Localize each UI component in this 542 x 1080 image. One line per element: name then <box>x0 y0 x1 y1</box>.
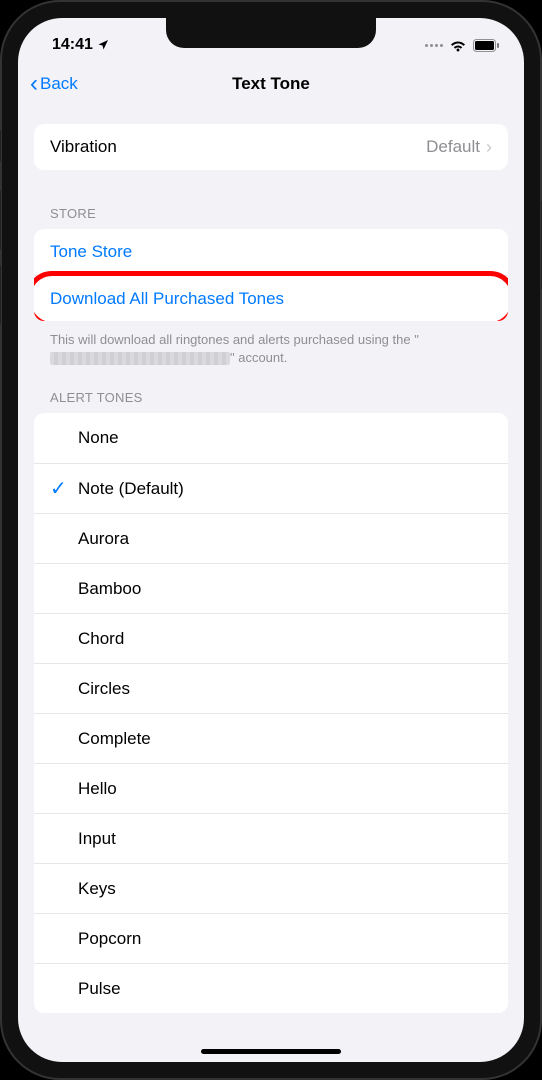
tone-row-chord[interactable]: Chord <box>34 613 508 663</box>
tone-row-circles[interactable]: Circles <box>34 663 508 713</box>
status-left: 14:41 <box>52 36 109 54</box>
tone-row-bamboo[interactable]: Bamboo <box>34 563 508 613</box>
cellular-icon <box>425 44 443 47</box>
tone-row-none[interactable]: None <box>34 413 508 463</box>
tone-label: Popcorn <box>78 929 141 949</box>
tone-row-keys[interactable]: Keys <box>34 863 508 913</box>
chevron-right-icon: › <box>486 137 492 158</box>
checkmark-icon: ✓ <box>50 476 78 501</box>
tone-label: Hello <box>78 779 117 799</box>
footer-suffix: " account. <box>230 350 287 365</box>
store-header: STORE <box>18 206 524 229</box>
vibration-row[interactable]: Vibration Default › <box>34 124 508 170</box>
tone-label: Input <box>78 829 116 849</box>
content: Vibration Default › STORE Tone Store Dow… <box>18 124 524 1013</box>
vibration-value: Default <box>426 137 480 157</box>
tone-label: Note (Default) <box>78 479 184 499</box>
back-button[interactable]: ‹ Back <box>30 72 78 96</box>
volume-up <box>0 190 1 250</box>
nav-bar: ‹ Back Text Tone <box>18 62 524 106</box>
tone-label: Circles <box>78 679 130 699</box>
phone-frame: 14:41 ‹ Back Text Tone Vib <box>0 0 542 1080</box>
silent-switch <box>0 130 1 162</box>
tone-label: Keys <box>78 879 116 899</box>
screen: 14:41 ‹ Back Text Tone Vib <box>18 18 524 1062</box>
status-time: 14:41 <box>52 36 93 54</box>
alert-tones-header: ALERT TONES <box>18 390 524 413</box>
tone-row-pulse[interactable]: Pulse <box>34 963 508 1013</box>
download-all-row[interactable]: Download All Purchased Tones <box>34 275 508 321</box>
tone-row-aurora[interactable]: Aurora <box>34 513 508 563</box>
tone-label: Aurora <box>78 529 129 549</box>
location-icon <box>97 39 109 51</box>
notch <box>166 18 376 48</box>
tone-label: Complete <box>78 729 151 749</box>
page-title: Text Tone <box>232 74 310 94</box>
store-footer: This will download all ringtones and ale… <box>18 321 524 366</box>
tone-row-complete[interactable]: Complete <box>34 713 508 763</box>
status-right <box>425 38 500 52</box>
chevron-left-icon: ‹ <box>30 72 38 96</box>
alert-tones-list: None ✓ Note (Default) Aurora Bamboo <box>34 413 508 1013</box>
tone-row-note[interactable]: ✓ Note (Default) <box>34 463 508 513</box>
vibration-label: Vibration <box>50 137 426 157</box>
battery-icon <box>473 39 500 52</box>
home-indicator[interactable] <box>201 1049 341 1054</box>
tone-row-hello[interactable]: Hello <box>34 763 508 813</box>
wifi-icon <box>449 38 467 52</box>
back-label: Back <box>40 74 78 94</box>
tone-store-row[interactable]: Tone Store <box>34 229 508 275</box>
tone-label: Chord <box>78 629 124 649</box>
tone-store-label: Tone Store <box>50 242 492 262</box>
download-all-label: Download All Purchased Tones <box>50 289 492 309</box>
tone-label: Bamboo <box>78 579 141 599</box>
tone-label: None <box>78 428 119 448</box>
tone-row-popcorn[interactable]: Popcorn <box>34 913 508 963</box>
footer-prefix: This will download all ringtones and ale… <box>50 332 419 347</box>
tone-row-input[interactable]: Input <box>34 813 508 863</box>
volume-down <box>0 265 1 325</box>
tone-label: Pulse <box>78 979 121 999</box>
redacted-account <box>50 352 230 365</box>
